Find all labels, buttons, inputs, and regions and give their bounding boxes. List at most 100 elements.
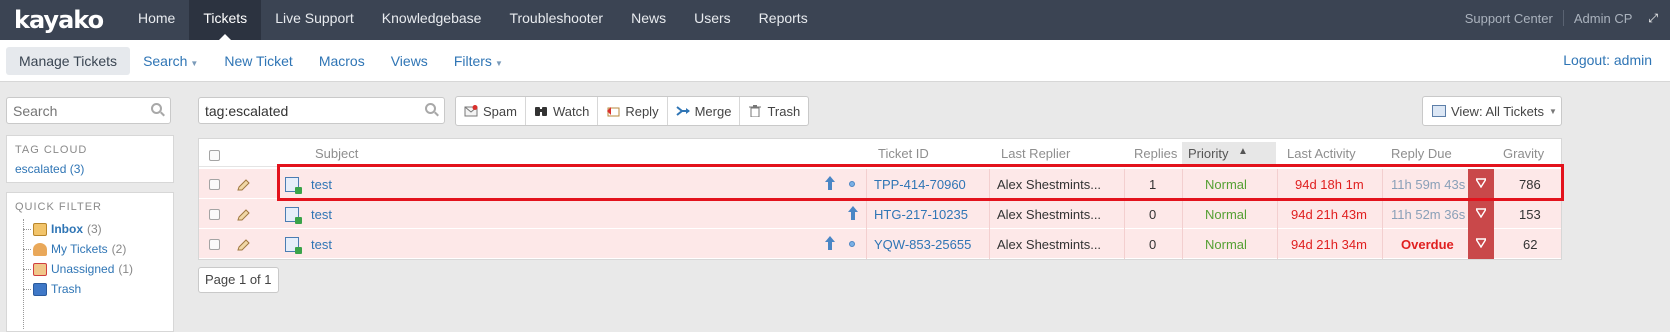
watch-button[interactable]: Watch [526, 97, 599, 125]
table-row[interactable]: test TPP-414-70960 Alex Shestmints... 1 … [199, 169, 1561, 199]
filter-my-tickets[interactable]: My Tickets (2) [21, 239, 173, 259]
nav-tickets[interactable]: Tickets [189, 0, 262, 40]
view-selector[interactable]: View: All Tickets ▼ [1422, 96, 1562, 126]
column-divider [1124, 199, 1125, 229]
filter-label: Inbox [51, 222, 83, 236]
last-replier: Alex Shestmints... [997, 177, 1102, 192]
filter-unassigned[interactable]: Unassigned (1) [21, 259, 173, 279]
sidebar-search [6, 97, 171, 124]
spam-icon [464, 105, 478, 117]
pencil-icon[interactable] [237, 207, 251, 221]
nav-home[interactable]: Home [124, 0, 189, 40]
ticket-subject[interactable]: test [311, 207, 332, 222]
header-last-activity[interactable]: Last Activity [1287, 146, 1356, 161]
column-divider [989, 229, 990, 259]
subnav-search[interactable]: Search ▼ [130, 47, 211, 75]
ticket-subject[interactable]: test [311, 177, 332, 192]
priority-value: Normal [1205, 237, 1247, 252]
subnav-label: Views [390, 53, 428, 69]
header-reply-due[interactable]: Reply Due [1391, 146, 1452, 161]
header-last-replier[interactable]: Last Replier [1001, 146, 1070, 161]
ticket-search-input[interactable] [199, 98, 419, 123]
trash-button[interactable]: Trash [740, 97, 808, 125]
table-row[interactable]: test YQW-853-25655 Alex Shestmints... 0 … [199, 229, 1561, 259]
flag-button[interactable] [1468, 229, 1494, 259]
priority-value: Normal [1205, 207, 1247, 222]
last-replier: Alex Shestmints... [997, 207, 1102, 222]
column-divider [1124, 169, 1125, 199]
select-all-checkbox[interactable] [209, 150, 220, 161]
flag-icon [1476, 178, 1486, 188]
search-icon[interactable] [425, 103, 436, 114]
filter-label: Trash [51, 282, 82, 296]
sidebar-search-input[interactable] [7, 98, 137, 123]
replies-count: 0 [1149, 207, 1157, 222]
reply-button[interactable]: Reply [598, 97, 668, 125]
ticket-id[interactable]: TPP-414-70960 [874, 177, 966, 192]
header-priority: Priority [1188, 146, 1229, 161]
admin-cp-link[interactable]: Admin CP [1574, 11, 1633, 26]
header-gravity[interactable]: Gravity [1503, 146, 1544, 161]
subnav-filters[interactable]: Filters ▼ [441, 47, 516, 75]
search-icon[interactable] [151, 103, 162, 114]
header-replies[interactable]: Replies [1134, 146, 1177, 161]
expand-icon[interactable]: ⤢ [1648, 11, 1658, 26]
action-label: Reply [625, 103, 659, 119]
column-divider [1382, 229, 1383, 259]
column-divider [989, 199, 990, 229]
header-ticket-id[interactable]: Ticket ID [878, 146, 929, 161]
ticket-subject[interactable]: test [311, 237, 332, 252]
column-divider [1182, 169, 1183, 199]
nav-reports[interactable]: Reports [745, 0, 822, 40]
subnav-new-ticket[interactable]: New Ticket [211, 47, 305, 75]
flag-button[interactable] [1468, 169, 1494, 199]
flag-button[interactable] [1468, 199, 1494, 229]
column-divider [1277, 169, 1278, 199]
gravity-value: 62 [1523, 237, 1538, 252]
nav-live-support[interactable]: Live Support [261, 0, 368, 40]
nav-knowledgebase[interactable]: Knowledgebase [368, 0, 496, 40]
subnav-label: Search [143, 53, 188, 69]
support-center-link[interactable]: Support Center [1465, 11, 1553, 26]
ticket-table: Subject Ticket ID Last Replier Replies P… [198, 138, 1562, 260]
subnav-views[interactable]: Views [378, 47, 441, 75]
reply-due: 11h 59m 43s [1391, 177, 1466, 192]
filter-inbox[interactable]: Inbox (3) [21, 219, 173, 239]
pencil-icon[interactable] [237, 237, 251, 251]
merge-icon [675, 106, 690, 116]
nav-troubleshooter[interactable]: Troubleshooter [495, 0, 617, 40]
reply-due: 11h 52m 36s [1391, 207, 1466, 222]
subnav-manage-tickets[interactable]: Manage Tickets [6, 47, 131, 75]
pencil-icon[interactable] [237, 177, 251, 191]
tag-escalated[interactable]: escalated (3) [7, 158, 173, 180]
header-subject[interactable]: Subject [315, 146, 358, 161]
filter-trash[interactable]: Trash [21, 279, 173, 299]
ticket-search [198, 97, 445, 124]
merge-button[interactable]: Merge [668, 97, 741, 125]
logout-link[interactable]: Logout: admin [1563, 52, 1652, 68]
user-icon [33, 242, 47, 256]
spam-button[interactable]: Spam [456, 97, 526, 125]
row-checkbox[interactable] [209, 179, 220, 190]
column-divider [1277, 199, 1278, 229]
top-navigation-bar: kayako Home Tickets Live Support Knowled… [0, 0, 1670, 40]
action-label: Watch [552, 103, 590, 119]
gravity-value: 153 [1519, 207, 1541, 222]
nav-news[interactable]: News [617, 0, 680, 40]
table-row[interactable]: test HTG-217-10235 Alex Shestmints... 0 … [199, 199, 1561, 229]
row-checkbox[interactable] [209, 209, 220, 220]
binoculars-icon [534, 107, 547, 116]
ticket-id[interactable]: HTG-217-10235 [874, 207, 968, 222]
nav-users[interactable]: Users [680, 0, 745, 40]
flag-icon [1476, 238, 1486, 248]
last-activity: 94d 18h 1m [1295, 177, 1364, 192]
row-checkbox[interactable] [209, 239, 220, 250]
subnav-macros[interactable]: Macros [306, 47, 378, 75]
ticket-id[interactable]: YQW-853-25655 [874, 237, 971, 252]
header-priority-sorted[interactable]: Priority ▲ [1182, 142, 1276, 164]
quick-filter-list: Inbox (3) My Tickets (2) Unassigned (1) … [7, 215, 173, 329]
kayako-logo[interactable]: kayako [14, 6, 104, 34]
filter-label: Unassigned [51, 262, 115, 276]
arrow-up-icon [825, 176, 835, 190]
pagination[interactable]: Page 1 of 1 [198, 267, 279, 293]
